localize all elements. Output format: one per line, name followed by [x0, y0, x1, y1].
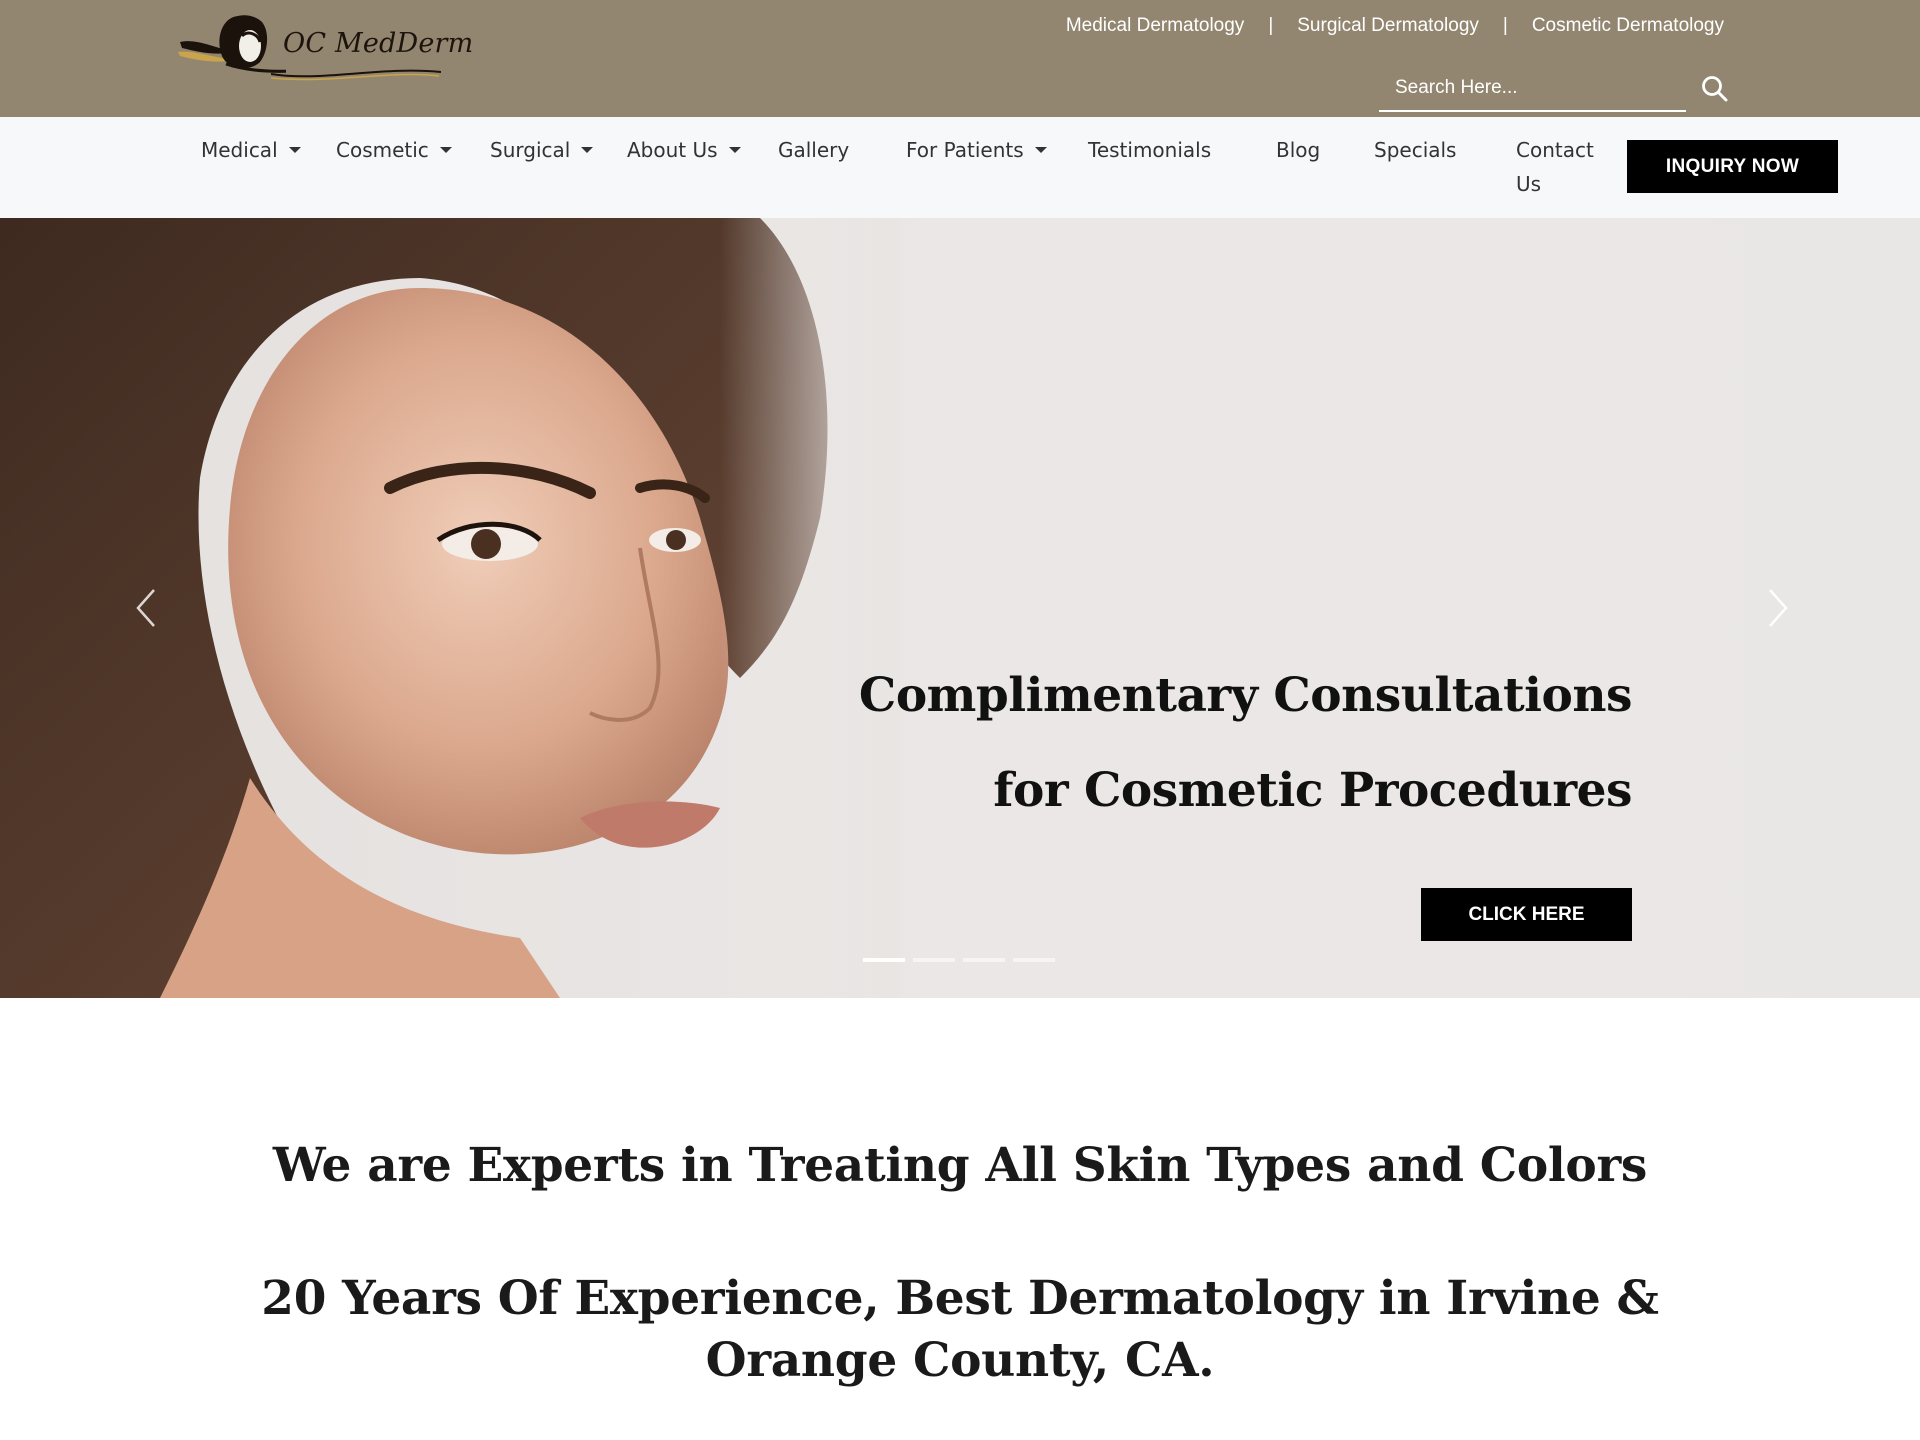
slider-dot[interactable]: [913, 958, 955, 962]
logo-text: OC MedDerm: [283, 28, 474, 59]
click-here-button[interactable]: CLICK HERE: [1421, 888, 1632, 941]
slider-dot[interactable]: [1013, 958, 1055, 962]
nav-label: For Patients: [906, 138, 1024, 162]
caret-down-icon: [1034, 146, 1047, 153]
slider-dots: [863, 958, 1055, 962]
top-link-cosmetic-dermatology[interactable]: Cosmetic Dermatology: [1532, 15, 1724, 37]
nav-label: Surgical: [490, 138, 571, 162]
nav-item-specials[interactable]: Specials: [1374, 133, 1456, 167]
caret-down-icon: [288, 146, 301, 153]
nav-label: Blog: [1276, 138, 1321, 162]
top-link-medical-dermatology[interactable]: Medical Dermatology: [1066, 15, 1244, 37]
nav-item-medical[interactable]: Medical: [201, 133, 301, 167]
logo-hair-icon: [178, 15, 286, 73]
search-input[interactable]: [1395, 72, 1655, 104]
hero-heading-line2: for Cosmetic Procedures: [993, 763, 1632, 818]
slider-dot[interactable]: [863, 958, 905, 962]
arrow-left-icon[interactable]: [126, 578, 166, 638]
nav-item-about-us[interactable]: About Us: [627, 133, 741, 167]
nav-item-gallery[interactable]: Gallery: [778, 133, 849, 167]
nav-item-contact-us[interactable]: Contact Us: [1516, 133, 1614, 201]
top-bar: OC MedDerm Medical Dermatology | Surgica…: [0, 0, 1920, 117]
nav-item-blog[interactable]: Blog: [1276, 133, 1320, 167]
hero-heading-line1: Complimentary Consultations: [858, 668, 1633, 723]
caret-down-icon: [581, 146, 594, 153]
hero-slider: Complimentary Consultations for Cosmetic…: [0, 218, 1920, 998]
search-box: [1379, 68, 1686, 112]
nav-label: Cosmetic: [336, 138, 429, 162]
caret-down-icon: [728, 146, 741, 153]
arrow-right-icon[interactable]: [1758, 578, 1798, 638]
logo-underline: [271, 69, 441, 81]
nav-label: Medical: [201, 138, 278, 162]
search-icon[interactable]: [1700, 74, 1730, 104]
nav-label: Contact Us: [1516, 138, 1594, 196]
inquiry-now-button[interactable]: INQUIRY NOW: [1627, 140, 1838, 193]
top-link-separator: |: [1268, 15, 1274, 36]
top-link-separator: |: [1502, 15, 1508, 36]
nav-item-surgical[interactable]: Surgical: [490, 133, 594, 167]
caret-down-icon: [439, 146, 452, 153]
slider-dot[interactable]: [963, 958, 1005, 962]
logo[interactable]: OC MedDerm: [176, 12, 473, 81]
top-link-surgical-dermatology[interactable]: Surgical Dermatology: [1297, 15, 1479, 37]
top-links: Medical Dermatology | Surgical Dermatolo…: [1066, 15, 1724, 37]
nav-item-cosmetic[interactable]: Cosmetic: [336, 133, 452, 167]
nav-label: Specials: [1374, 138, 1457, 162]
nav-label: Gallery: [778, 138, 850, 162]
section-subheading: 20 Years Of Experience, Best Dermatology…: [261, 1271, 1659, 1388]
nav-item-testimonials[interactable]: Testimonials: [1088, 133, 1211, 167]
section-heading: We are Experts in Treating All Skin Type…: [272, 1138, 1648, 1193]
nav-item-for-patients[interactable]: For Patients: [906, 133, 1047, 167]
intro-section: We are Experts in Treating All Skin Type…: [0, 998, 1920, 1440]
nav-label: About Us: [627, 138, 718, 162]
nav-label: Testimonials: [1088, 138, 1212, 162]
